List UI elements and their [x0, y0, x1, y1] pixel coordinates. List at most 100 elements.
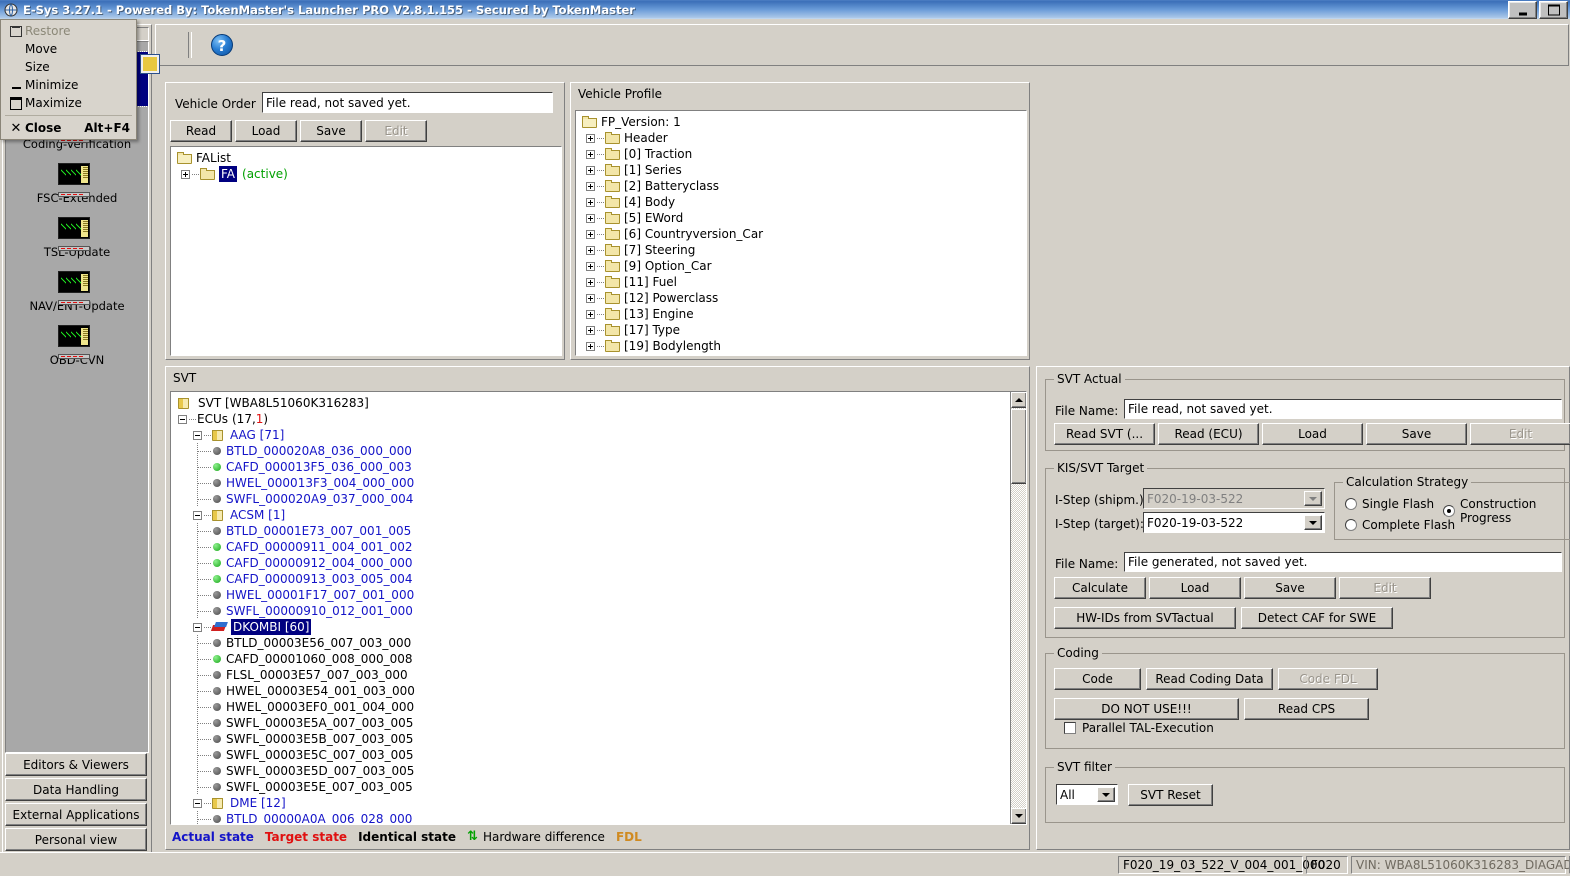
menu-item-close[interactable]: ✕ Close Alt+F4	[1, 119, 136, 137]
radio-icon[interactable]	[1345, 498, 1357, 510]
svt-ecu-item-row[interactable]: HWEL_000013F3_004_000_000	[176, 475, 1026, 491]
scrollbar-thumb[interactable]	[1011, 409, 1026, 484]
svt-ecu-item-row[interactable]: SWFL_00003E5C_007_003_005	[176, 747, 1026, 763]
tree-row-vp-node[interactable]: [19] Bodylength	[580, 338, 1026, 354]
svt-ecu-name[interactable]: ACSM [1]	[230, 507, 285, 523]
vehicle-order-save-button[interactable]: Save	[300, 120, 362, 142]
svt-ecu-name[interactable]: AAG [71]	[230, 427, 284, 443]
sidebar-button-data-handling[interactable]: Data Handling	[5, 778, 147, 801]
svt-reset-button[interactable]: SVT Reset	[1128, 784, 1213, 806]
svt-ecu-item-row[interactable]: HWEL_00001F17_007_001_000	[176, 587, 1026, 603]
tree-row-vp-node[interactable]: [5] EWord	[580, 210, 1026, 226]
minimize-button[interactable]	[1508, 1, 1537, 19]
collapse-icon[interactable]	[193, 430, 202, 440]
sidebar-item-obd-cvn[interactable]: OBD-CVN	[6, 322, 148, 376]
sidebar-item-fsc-extended[interactable]: FSC-Extended	[6, 160, 148, 214]
svt-ecu-item-row[interactable]: HWEL_00003EF0_001_004_000	[176, 699, 1026, 715]
expand-icon[interactable]	[586, 293, 595, 303]
svt-ecu-group-row[interactable]: DKOMBI [60]	[176, 618, 1026, 636]
expand-icon[interactable]	[586, 229, 595, 239]
radio-single-flash[interactable]: Single Flash	[1345, 497, 1434, 511]
collapse-icon[interactable]	[193, 510, 202, 520]
svt-actual-file-input[interactable]: File read, not saved yet.	[1124, 399, 1562, 419]
sidebar-button-editors-viewers[interactable]: Editors & Viewers	[5, 753, 147, 776]
kis-btn-detect-caf-for-swe[interactable]: Detect CAF for SWE	[1241, 607, 1393, 629]
svt-ecu-item-row[interactable]: SWFL_00003E5E_007_003_005	[176, 779, 1026, 795]
menu-item-maximize[interactable]: Maximize	[1, 94, 136, 112]
kis-file-input[interactable]: File generated, not saved yet.	[1124, 552, 1562, 572]
maximize-button[interactable]	[1539, 1, 1568, 19]
expand-icon[interactable]	[586, 277, 595, 287]
svt-ecu-item-row[interactable]: SWFL_000020A9_037_000_004	[176, 491, 1026, 507]
coding-btn-read-coding-data[interactable]: Read Coding Data	[1146, 668, 1273, 690]
coding-btn-do-not-use-[interactable]: DO NOT USE!!!	[1054, 698, 1239, 720]
svt-tree-panel[interactable]: SVT [WBA8L51060K316283] ECUs (17, 1 ) AA…	[170, 391, 1027, 825]
expand-icon[interactable]	[586, 245, 595, 255]
tree-row-vp-node[interactable]: [1] Series	[580, 162, 1026, 178]
tree-row-vp-node[interactable]: [17] Type	[580, 322, 1026, 338]
svt-ecu-item-row[interactable]: SWFL_00003E5D_007_003_005	[176, 763, 1026, 779]
istep-target-combo[interactable]: F020-19-03-522	[1143, 512, 1325, 533]
svt-ecu-item-row[interactable]: SWFL_00000910_012_001_000	[176, 603, 1026, 619]
svt-ecu-group-row[interactable]: ACSM [1]	[176, 507, 1026, 523]
sidebar-button-personal-view[interactable]: Personal view	[5, 828, 147, 851]
sidebar-item-nav-ent-update[interactable]: NAV/ENT-Update	[6, 268, 148, 322]
expand-icon[interactable]	[586, 133, 595, 143]
checkbox-icon[interactable]	[1064, 722, 1076, 734]
expand-icon[interactable]	[586, 165, 595, 175]
svt-ecu-item-row[interactable]: BTLD_00003E56_007_003_000	[176, 635, 1026, 651]
vehicle-order-file-input[interactable]: File read, not saved yet.	[262, 92, 553, 113]
svt-ecu-item-row[interactable]: HWEL_00003E54_001_003_000	[176, 683, 1026, 699]
svt-ecu-group-row[interactable]: AAG [71]	[176, 427, 1026, 443]
expand-icon[interactable]	[586, 309, 595, 319]
tree-row-vp-node[interactable]: [4] Body	[580, 194, 1026, 210]
radio-construction-progress[interactable]: Construction Progress	[1443, 497, 1570, 525]
svt-ecu-item-row[interactable]: CAFD_00000911_004_001_002	[176, 539, 1026, 555]
collapse-icon[interactable]	[193, 798, 202, 808]
svt-ecu-item-row[interactable]: CAFD_000013F5_036_000_003	[176, 459, 1026, 475]
system-menu-popup[interactable]: Restore Move Size Minimize Maximize ✕ Close Alt…	[0, 19, 137, 140]
vehicle-order-read-button[interactable]: Read	[170, 120, 232, 142]
svt-ecu-item-row[interactable]: SWFL_00003E5A_007_003_005	[176, 715, 1026, 731]
vehicle-order-load-button[interactable]: Load	[235, 120, 297, 142]
svt-ecu-item-row[interactable]: BTLD_00001E73_007_001_005	[176, 523, 1026, 539]
sidebar-item-tsl-update[interactable]: TSL-Update	[6, 214, 148, 268]
tree-row-falist[interactable]: FAList	[175, 150, 561, 166]
tree-row-vp-node[interactable]: [9] Option_Car	[580, 258, 1026, 274]
tree-row-vp-node[interactable]: [6] Countryversion_Car	[580, 226, 1026, 242]
svt-filter-combo[interactable]: All	[1056, 784, 1118, 805]
tree-row-vp-node[interactable]: [12] Powerclass	[580, 290, 1026, 306]
open-file-icon[interactable]	[140, 54, 160, 74]
menu-item-move[interactable]: Move	[1, 40, 136, 58]
expand-icon[interactable]	[586, 325, 595, 335]
svt-ecu-item-row[interactable]: FLSL_00003E57_007_003_000	[176, 667, 1026, 683]
svt-ecu-item-row[interactable]: CAFD_00000912_004_000_000	[176, 555, 1026, 571]
help-icon[interactable]: ?	[211, 34, 233, 56]
collapse-icon[interactable]	[193, 622, 202, 632]
svt-ecu-group-row[interactable]: DME [12]	[176, 795, 1026, 811]
svt-actual-btn-read-ecu-[interactable]: Read (ECU)	[1158, 423, 1259, 445]
radio-icon[interactable]	[1345, 519, 1357, 531]
tree-row-fp-root[interactable]: FP_Version: 1	[580, 114, 1026, 130]
svt-vertical-scrollbar[interactable]	[1010, 392, 1026, 824]
sidebar-icon-list[interactable]: TAL-ProcessingVCMCodingCoding-Verificati…	[5, 41, 149, 753]
tree-row-ecus[interactable]: ECUs (17, 1 )	[176, 411, 1026, 427]
expand-icon[interactable]	[181, 169, 190, 179]
svt-ecu-item-row[interactable]: SWFL_00003E5B_007_003_005	[176, 731, 1026, 747]
svt-ecu-item-row[interactable]: BTLD_000020A8_036_000_000	[176, 443, 1026, 459]
coding-btn-code[interactable]: Code	[1054, 668, 1141, 690]
tree-row-vp-node[interactable]: [7] Steering	[580, 242, 1026, 258]
expand-icon[interactable]	[586, 197, 595, 207]
falist-tree-panel[interactable]: FAList FA (active)	[170, 146, 562, 356]
expand-icon[interactable]	[586, 149, 595, 159]
svt-ecu-item-row[interactable]: CAFD_00000913_003_005_004	[176, 571, 1026, 587]
parallel-tal-checkbox[interactable]: Parallel TAL-Execution	[1064, 721, 1214, 735]
tree-row-svt-root[interactable]: SVT [WBA8L51060K316283]	[176, 395, 1026, 411]
scroll-down-button[interactable]	[1011, 808, 1026, 824]
tree-row-vp-node[interactable]: [13] Engine	[580, 306, 1026, 322]
collapse-icon[interactable]	[178, 414, 187, 424]
svt-actual-btn-load[interactable]: Load	[1262, 423, 1363, 445]
kis-btn-hw-ids-from-svtactual[interactable]: HW-IDs from SVTactual	[1054, 607, 1236, 629]
kis-btn-calculate[interactable]: Calculate	[1054, 577, 1146, 599]
scroll-up-button[interactable]	[1011, 392, 1026, 408]
